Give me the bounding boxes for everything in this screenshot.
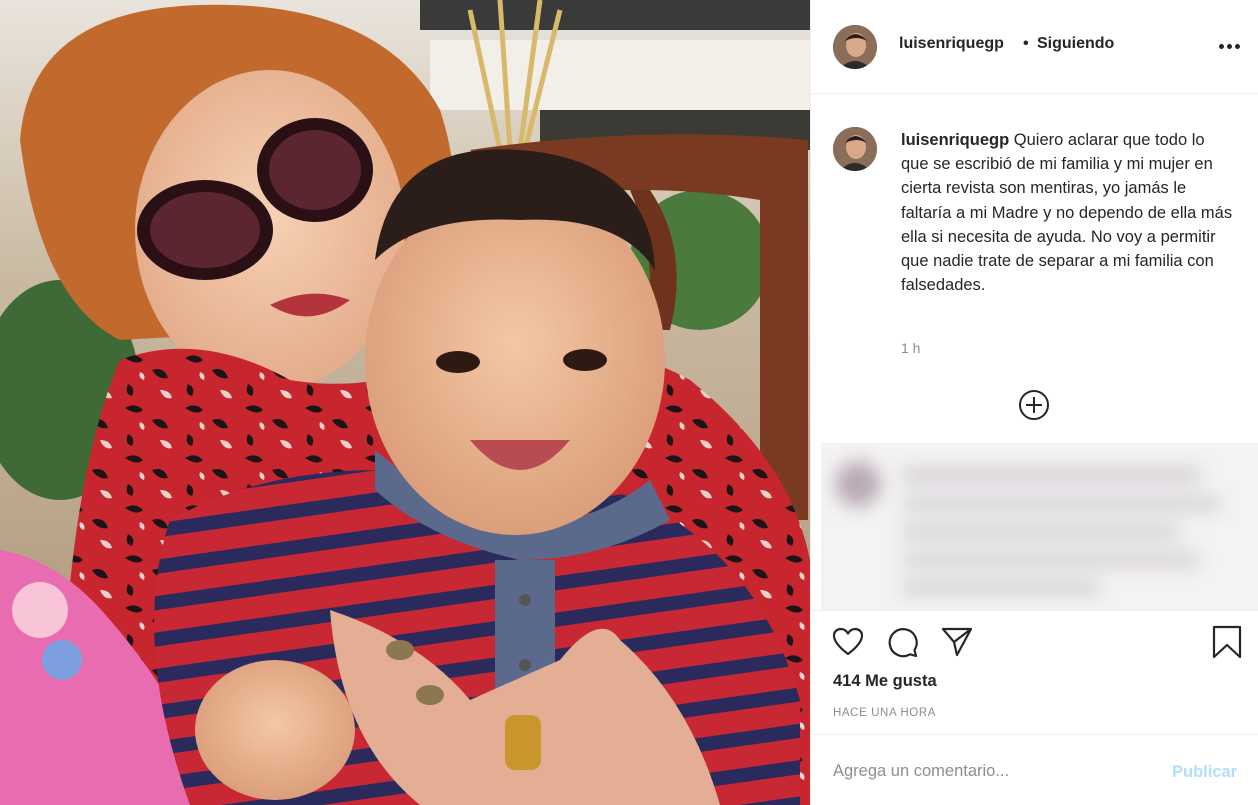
blurred-comment	[821, 443, 1258, 610]
post-photo[interactable]	[0, 0, 810, 805]
heart-icon[interactable]	[831, 625, 865, 659]
load-more-comments-icon[interactable]	[1018, 389, 1050, 421]
post-header: luisenriquegp • Siguiendo	[811, 0, 1258, 94]
post-actions: 414 Me gusta HACE UNA HORA	[811, 610, 1258, 734]
post-side-panel: luisenriquegp • Siguiendo luisenriquegp …	[810, 0, 1258, 805]
caption: luisenriquegp Quiero aclarar que todo lo…	[901, 128, 1236, 297]
comment-icon[interactable]	[886, 625, 920, 659]
comment-form: Publicar	[811, 734, 1258, 805]
caption-time: 1 h	[901, 340, 921, 356]
publish-button[interactable]: Publicar	[1172, 763, 1237, 782]
photo-illustration	[0, 0, 810, 805]
post-timestamp[interactable]: HACE UNA HORA	[833, 707, 936, 719]
following-button[interactable]: Siguiendo	[1037, 35, 1114, 53]
separator-dot: •	[1023, 35, 1029, 52]
share-icon[interactable]	[940, 625, 974, 659]
caption-username[interactable]: luisenriquegp	[901, 131, 1009, 149]
bookmark-icon[interactable]	[1210, 625, 1244, 659]
more-options-icon[interactable]	[1219, 44, 1241, 50]
instagram-post: luisenriquegp • Siguiendo luisenriquegp …	[0, 0, 1258, 805]
author-username[interactable]: luisenriquegp	[899, 35, 1004, 53]
caption-avatar[interactable]	[833, 127, 877, 171]
likes-count[interactable]: 414 Me gusta	[833, 672, 937, 691]
caption-text: Quiero aclarar que todo lo que se escrib…	[901, 131, 1233, 295]
author-avatar[interactable]	[833, 25, 877, 69]
comment-input[interactable]	[833, 757, 1153, 785]
